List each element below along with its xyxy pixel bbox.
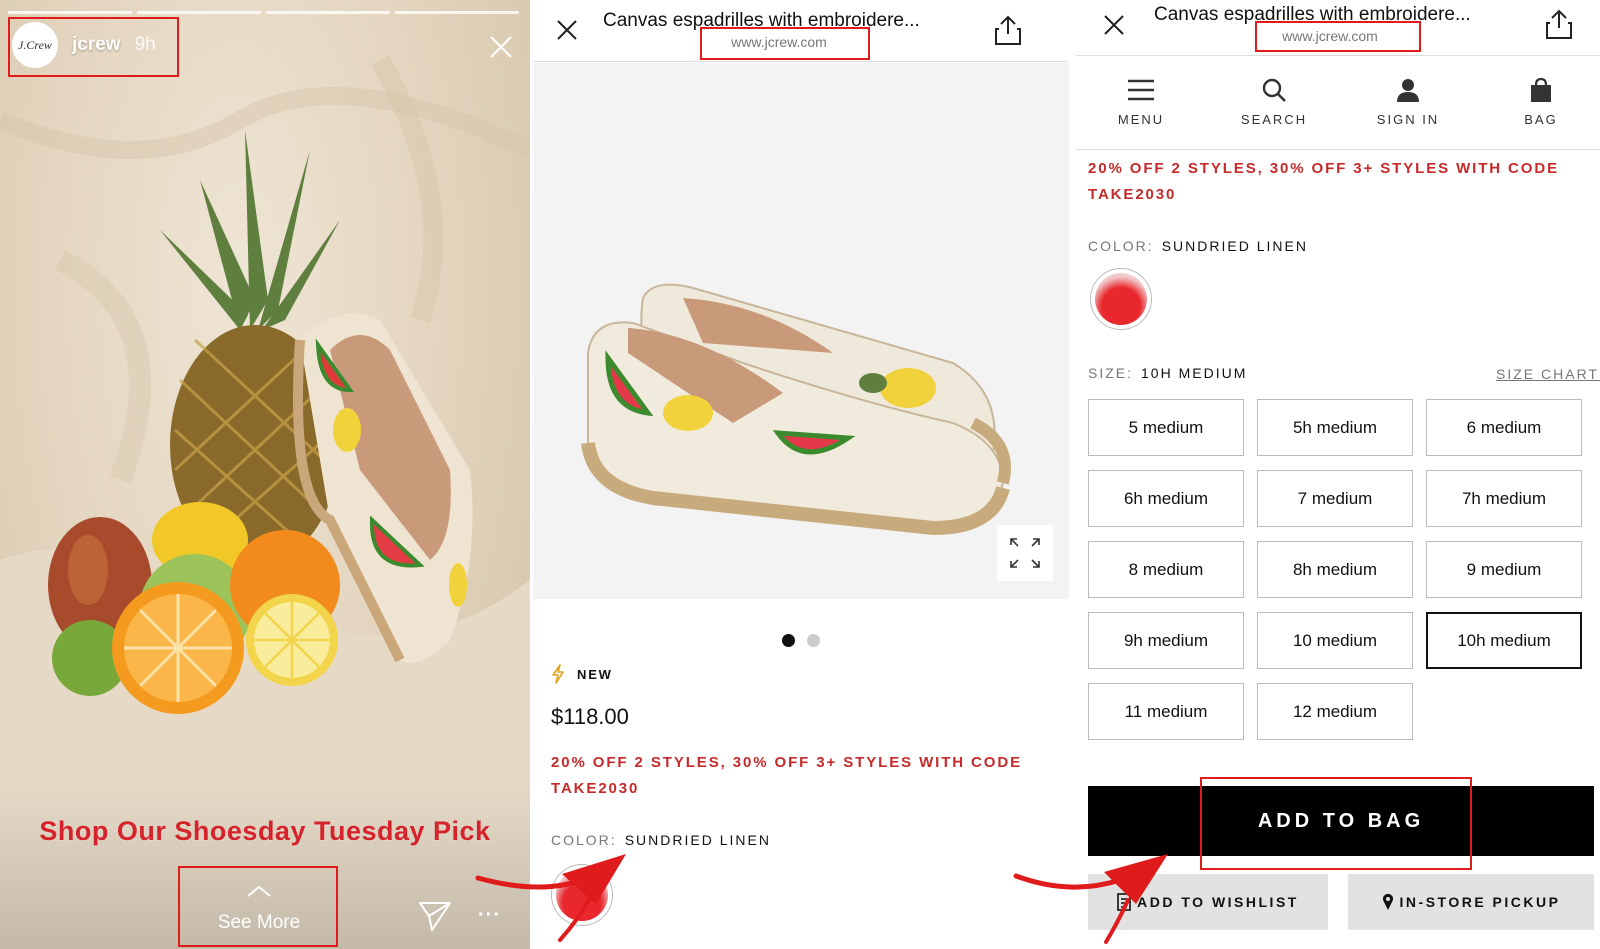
in-store-pickup-button[interactable]: IN-STORE PICKUP bbox=[1348, 874, 1594, 930]
bag-icon bbox=[1531, 77, 1551, 102]
share-icon[interactable] bbox=[1544, 8, 1574, 40]
wishlist-label: ADD TO WISHLIST bbox=[1137, 894, 1299, 910]
size-label: SIZE: bbox=[1088, 365, 1134, 381]
location-pin-icon bbox=[1382, 893, 1393, 910]
story-headline: Shop Our Shoesday Tuesday Pick bbox=[39, 816, 491, 846]
more-options-icon[interactable]: ··· bbox=[478, 904, 501, 927]
size-charts-link[interactable]: SIZE CHARTS bbox=[1496, 366, 1600, 382]
color-label: COLOR: bbox=[1088, 238, 1154, 254]
avatar[interactable]: J.Crew bbox=[12, 22, 58, 68]
browser-top-bar: Canvas espadrilles with embroidere... ww… bbox=[1076, 0, 1600, 56]
page-url: www.jcrew.com bbox=[731, 34, 827, 50]
add-to-wishlist-button[interactable]: ADD TO WISHLIST bbox=[1088, 874, 1328, 930]
nav-sign-in[interactable]: SIGN IN bbox=[1353, 76, 1463, 127]
image-pagination bbox=[533, 634, 1068, 647]
size-option[interactable]: 12 medium bbox=[1257, 683, 1413, 740]
close-icon[interactable] bbox=[488, 34, 514, 60]
size-option[interactable]: 5h medium bbox=[1257, 399, 1413, 456]
size-option[interactable]: 8h medium bbox=[1257, 541, 1413, 598]
size-option[interactable]: 7 medium bbox=[1257, 470, 1413, 527]
share-icon[interactable] bbox=[993, 14, 1023, 46]
see-more-button[interactable]: See More bbox=[182, 866, 336, 944]
nav-search[interactable]: SEARCH bbox=[1219, 76, 1329, 127]
size-option[interactable]: 9h medium bbox=[1088, 612, 1244, 669]
page-title: Canvas espadrilles with embroidere... bbox=[603, 10, 920, 31]
color-label: COLOR: bbox=[551, 832, 617, 848]
search-icon bbox=[1262, 78, 1286, 102]
size-option[interactable]: 7h medium bbox=[1426, 470, 1582, 527]
story-timestamp: 9h bbox=[134, 34, 156, 55]
color-row: COLOR: SUNDRIED LINEN bbox=[551, 832, 771, 848]
story-progress-segment bbox=[8, 11, 132, 14]
story-header: J.Crew jcrew 9h bbox=[12, 22, 156, 68]
add-to-bag-button[interactable]: ADD TO BAG bbox=[1088, 786, 1594, 856]
send-icon[interactable] bbox=[418, 900, 452, 932]
promo-text: 20% OFF 2 STYLES, 30% OFF 3+ STYLES WITH… bbox=[551, 754, 1022, 797]
product-image[interactable] bbox=[533, 63, 1069, 599]
nav-bag[interactable]: BAG bbox=[1486, 76, 1596, 127]
story-progress-segment bbox=[266, 11, 390, 14]
close-icon[interactable] bbox=[1102, 13, 1126, 37]
story-progress-segment bbox=[137, 11, 261, 14]
see-more-label: See More bbox=[217, 912, 301, 933]
expand-icon bbox=[1010, 538, 1040, 568]
story-panel: J.Crew jcrew 9h Shop Our Shoesday Tuesda… bbox=[0, 0, 530, 949]
menu-icon bbox=[1128, 79, 1154, 101]
size-option[interactable]: 11 medium bbox=[1088, 683, 1244, 740]
size-option[interactable]: 10 medium bbox=[1257, 612, 1413, 669]
story-username[interactable]: jcrew bbox=[72, 34, 121, 56]
story-photo bbox=[0, 55, 530, 949]
story-progress-segment bbox=[395, 11, 519, 14]
color-value: SUNDRIED LINEN bbox=[1161, 238, 1308, 254]
product-page-scrolled-panel: Canvas espadrilles with embroidere... ww… bbox=[1076, 0, 1600, 949]
nav-label: SIGN IN bbox=[1376, 112, 1440, 127]
size-option[interactable]: 9 medium bbox=[1426, 541, 1582, 598]
size-row: SIZE: 10H MEDIUM bbox=[1088, 365, 1247, 381]
nav-label: SEARCH bbox=[1240, 112, 1308, 127]
product-page-panel: Canvas espadrilles with embroidere... ww… bbox=[530, 0, 1069, 949]
pickup-label: IN-STORE PICKUP bbox=[1399, 894, 1561, 910]
size-option[interactable]: 6 medium bbox=[1426, 399, 1582, 456]
expand-image-button[interactable] bbox=[997, 525, 1053, 581]
color-row: COLOR: SUNDRIED LINEN bbox=[1088, 238, 1308, 254]
page-title: Canvas espadrilles with embroidere... bbox=[1154, 4, 1471, 25]
size-value: 10H MEDIUM bbox=[1141, 365, 1248, 381]
lightning-icon bbox=[552, 664, 564, 684]
user-icon bbox=[1397, 79, 1419, 102]
size-option[interactable]: 8 medium bbox=[1088, 541, 1244, 598]
site-nav: MENU SEARCH SIGN IN BAG bbox=[1076, 56, 1600, 150]
size-option[interactable]: 5 medium bbox=[1088, 399, 1244, 456]
wishlist-icon bbox=[1117, 893, 1131, 911]
color-value: SUNDRIED LINEN bbox=[624, 832, 771, 848]
nav-label: MENU bbox=[1117, 112, 1165, 127]
size-option[interactable]: 10h medium bbox=[1426, 612, 1582, 669]
size-option[interactable]: 6h medium bbox=[1088, 470, 1244, 527]
new-label: NEW bbox=[577, 666, 613, 682]
close-icon[interactable] bbox=[555, 18, 579, 42]
nav-label: BAG bbox=[1524, 112, 1558, 127]
promo-text: 20% OFF 2 STYLES, 30% OFF 3+ STYLES WITH… bbox=[1088, 160, 1559, 203]
page-url: www.jcrew.com bbox=[1282, 28, 1378, 44]
product-price: $118.00 bbox=[551, 704, 629, 729]
nav-menu[interactable]: MENU bbox=[1086, 76, 1196, 127]
chevron-up-icon bbox=[247, 885, 271, 897]
espadrille-photo bbox=[581, 283, 1011, 536]
new-badge: NEW bbox=[551, 664, 613, 684]
browser-top-bar: Canvas espadrilles with embroidere... ww… bbox=[533, 0, 1068, 62]
image-dot[interactable] bbox=[781, 634, 795, 647]
image-dot[interactable] bbox=[806, 634, 820, 647]
color-swatch[interactable] bbox=[551, 864, 613, 926]
color-swatch[interactable] bbox=[1090, 268, 1152, 330]
